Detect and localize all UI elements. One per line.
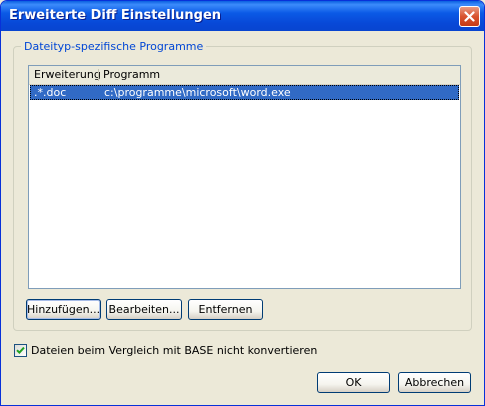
- window-title: Erweiterte Diff Einstellungen: [9, 8, 222, 23]
- column-header-program[interactable]: Programm: [98, 66, 460, 83]
- column-header-extension[interactable]: Erweiterung: [29, 66, 101, 83]
- group-label: Dateityp-spezifische Programme: [21, 40, 207, 53]
- title-bar[interactable]: Erweiterte Diff Einstellungen: [1, 1, 484, 31]
- convert-checkbox[interactable]: [14, 344, 27, 357]
- close-button[interactable]: [459, 6, 480, 27]
- remove-button[interactable]: Entfernen: [188, 299, 263, 320]
- dialog-window: Erweiterte Diff Einstellungen Dateityp-s…: [0, 0, 485, 406]
- ok-button[interactable]: OK: [317, 372, 390, 393]
- convert-checkbox-label[interactable]: Dateien beim Vergleich mit BASE nicht ko…: [31, 344, 317, 357]
- row-program: c:\programme\microsoft\word.exe: [104, 86, 291, 99]
- list-row[interactable]: .*.doc c:\programme\microsoft\word.exe: [30, 85, 459, 100]
- row-extension: .*.doc: [34, 86, 67, 99]
- close-icon: [464, 11, 475, 22]
- cancel-button[interactable]: Abbrechen: [398, 372, 471, 393]
- list-header: Erweiterung Programm: [29, 66, 460, 85]
- file-type-list[interactable]: Erweiterung Programm .*.doc c:\programme…: [28, 65, 461, 289]
- add-button[interactable]: Hinzufügen...: [26, 299, 101, 320]
- edit-button[interactable]: Bearbeiten...: [106, 299, 182, 320]
